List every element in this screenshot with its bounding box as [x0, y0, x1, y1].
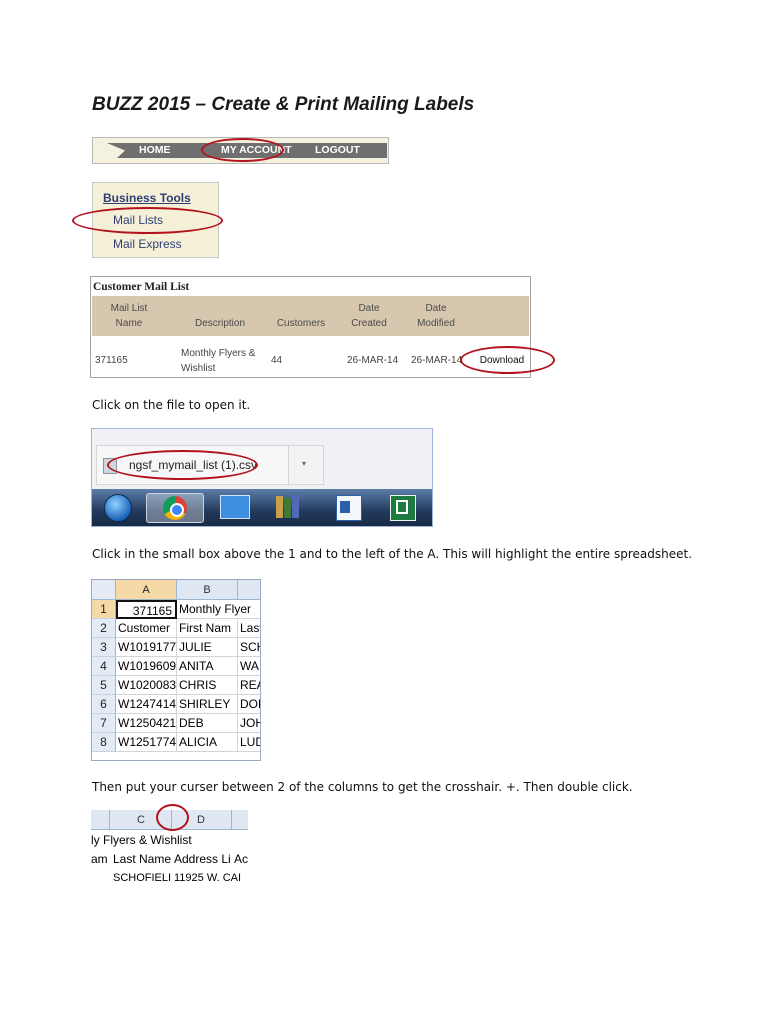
table-header: Mail List Name Description Customers Dat… [92, 296, 529, 336]
table-cell[interactable]: W1250421 [116, 714, 177, 733]
table-cell[interactable]: W1247414 [116, 695, 177, 714]
table-cell[interactable]: WA [238, 657, 260, 676]
table-cell[interactable]: REA [238, 676, 260, 695]
header-date: Date [425, 303, 447, 314]
row-header[interactable]: 1 [92, 600, 116, 619]
cell-a1[interactable]: 371165 [116, 600, 177, 619]
table-cell[interactable]: DEB [177, 714, 238, 733]
nav-logout[interactable]: LOGOUT [315, 143, 360, 158]
highlight-oval [201, 138, 284, 162]
table-cell[interactable]: CHRIS [177, 676, 238, 695]
table-cell[interactable]: First Nam [177, 619, 238, 638]
start-button-icon[interactable] [96, 493, 138, 522]
table-cell[interactable]: JULIE [177, 638, 238, 657]
header-mail-list: Mail List [110, 303, 148, 314]
cell-name: 371165 [95, 355, 128, 366]
nav-bar-screenshot: HOME MY ACCOUNT LOGOUT [92, 137, 389, 164]
cell-desc: Monthly Flyers & [181, 348, 256, 359]
header-date: Date [358, 303, 380, 314]
column-header-c[interactable] [238, 580, 260, 600]
business-tools-header: Business Tools [103, 191, 191, 205]
header-customers: Customers [276, 318, 326, 329]
mail-express-link[interactable]: Mail Express [113, 237, 182, 251]
row-header[interactable]: 6 [92, 695, 116, 714]
cell-modified: 26-MAR-14 [411, 355, 463, 366]
outlook-icon[interactable] [328, 493, 368, 521]
table-cell[interactable]: SCH [238, 638, 260, 657]
highlight-oval [107, 450, 258, 480]
spreadsheet-screenshot: A B 1 371165 Monthly Flyer 2 Customer Fi… [91, 579, 261, 761]
table-cell[interactable]: Last [238, 619, 260, 638]
cell-created: 26-MAR-14 [347, 355, 399, 366]
table-cell[interactable]: Customer [116, 619, 177, 638]
table-title: Customer Mail List [93, 281, 190, 293]
header-description: Description [194, 318, 246, 329]
highlight-oval [156, 804, 189, 831]
header-created: Created [351, 318, 387, 329]
table-cell[interactable]: SHIRLEY [177, 695, 238, 714]
column-header-c[interactable]: C [137, 810, 145, 830]
taskbar [92, 489, 432, 526]
page-title: BUZZ 2015 – Create & Print Mailing Label… [92, 94, 475, 115]
table-cell[interactable]: W1251774 [116, 733, 177, 752]
cell-b1[interactable]: Monthly Flyer [177, 600, 260, 619]
highlight-oval [72, 207, 223, 234]
excel-icon[interactable] [380, 493, 420, 521]
table-cell[interactable]: ANITA [177, 657, 238, 676]
row-header[interactable]: 8 [92, 733, 116, 752]
column-header-d[interactable]: D [197, 810, 205, 830]
row-header[interactable]: 2 [92, 619, 116, 638]
table-cell[interactable]: LUD [238, 733, 260, 752]
row-text: 11925 W. CAI [174, 872, 242, 884]
instruction-open-file: Click on the file to open it. [92, 398, 251, 412]
instruction-highlight: Click in the small box above the 1 and t… [92, 547, 693, 561]
row-text: ly Flyers & Wishlist [91, 833, 192, 847]
row-text: am [91, 852, 108, 866]
select-all-corner[interactable] [92, 580, 116, 600]
row-text: Address Li [174, 852, 231, 866]
cell-desc: Wishlist [181, 363, 216, 374]
row-header[interactable]: 3 [92, 638, 116, 657]
table-cell[interactable]: JOH [238, 714, 260, 733]
instruction-crosshair: Then put your curser between 2 of the co… [92, 780, 633, 794]
column-header-b[interactable]: B [177, 580, 238, 600]
row-text: Ac [234, 852, 248, 866]
table-cell[interactable]: W1019609 [116, 657, 177, 676]
chrome-icon[interactable] [146, 493, 204, 523]
chevron-down-icon: ▾ [302, 459, 307, 468]
app-icon[interactable] [214, 493, 254, 521]
download-menu-button[interactable]: ▾ [288, 445, 324, 485]
highlight-oval [460, 346, 555, 374]
table-cell[interactable]: W1020083 [116, 676, 177, 695]
header-name: Name [115, 318, 143, 329]
column-header-a[interactable]: A [116, 580, 177, 600]
table-cell[interactable]: W1019177 [116, 638, 177, 657]
table-cell[interactable]: ALICIA [177, 733, 238, 752]
cell-customers: 44 [271, 355, 283, 366]
row-header[interactable]: 7 [92, 714, 116, 733]
table-cell[interactable]: DOE [238, 695, 260, 714]
row-text: SCHOFIELI [113, 872, 172, 884]
nav-home[interactable]: HOME [139, 143, 171, 158]
row-header[interactable]: 4 [92, 657, 116, 676]
row-text: Last Name [113, 852, 172, 866]
row-header[interactable]: 5 [92, 676, 116, 695]
header-modified: Modified [417, 318, 455, 329]
library-icon[interactable] [268, 493, 308, 521]
